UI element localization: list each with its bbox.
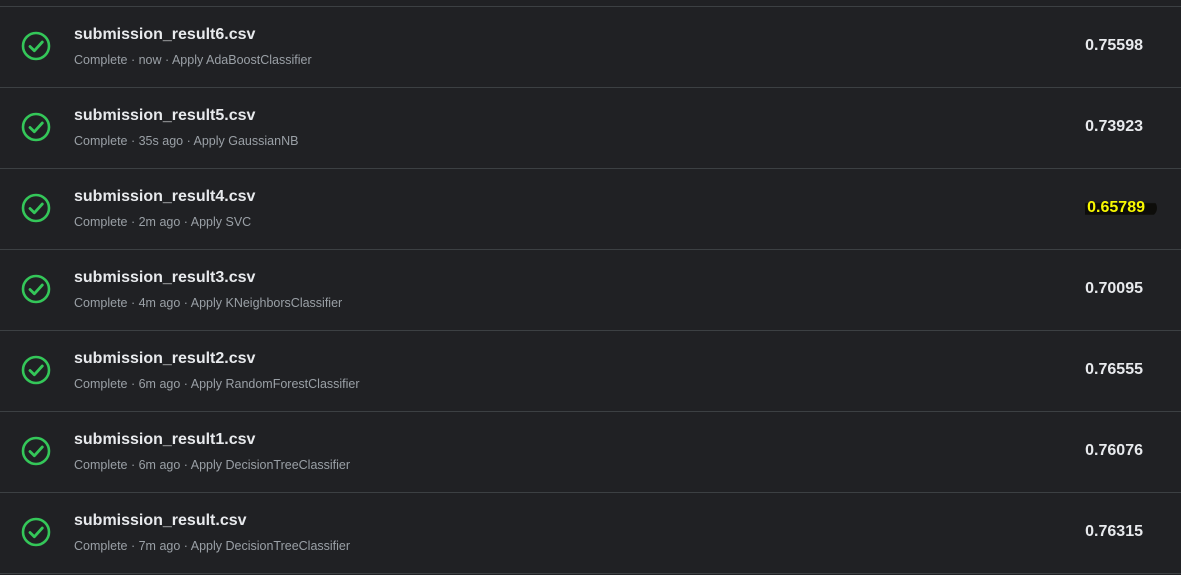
- submission-row[interactable]: submission_result5.csv Complete · 35s ago…: [0, 88, 1181, 169]
- check-circle-icon: [20, 30, 52, 62]
- submission-status: Complete: [74, 296, 128, 310]
- submission-row[interactable]: submission_result3.csv Complete · 4m ago …: [0, 250, 1181, 331]
- submission-status: Complete: [74, 458, 128, 472]
- submission-row[interactable]: submission_result4.csv Complete · 2m ago …: [0, 169, 1181, 250]
- submission-score: 0.65789: [1085, 199, 1157, 217]
- submission-meta: Complete · 6m ago · Apply RandomForestCl…: [74, 377, 360, 391]
- meta-separator: ·: [180, 377, 191, 391]
- submission-file-name[interactable]: submission_result.csv: [74, 512, 247, 530]
- submission-status: Complete: [74, 53, 128, 67]
- submission-time: 7m ago: [138, 539, 181, 553]
- submission-time: 2m ago: [138, 215, 181, 229]
- meta-separator: ·: [127, 458, 139, 472]
- check-circle-icon: [20, 354, 52, 386]
- submission-file-name[interactable]: submission_result5.csv: [74, 107, 255, 125]
- meta-separator: ·: [183, 134, 194, 148]
- submission-row[interactable]: submission_result6.csv Complete · now · A…: [0, 7, 1181, 88]
- submission-score: 0.70095: [1085, 280, 1143, 297]
- check-circle-icon: [20, 516, 52, 548]
- submission-file-name[interactable]: submission_result1.csv: [74, 431, 255, 449]
- submission-status: Complete: [74, 215, 128, 229]
- submission-score: 0.73923: [1085, 118, 1143, 135]
- meta-separator: ·: [127, 53, 139, 67]
- meta-separator: ·: [127, 134, 139, 148]
- submission-status: Complete: [74, 377, 128, 391]
- submission-description: Apply DecisionTreeClassifier: [190, 539, 351, 553]
- submission-description: Apply KNeighborsClassifier: [190, 296, 343, 310]
- submission-time: 35s ago: [138, 134, 184, 148]
- meta-separator: ·: [161, 53, 172, 67]
- submissions-list: submission_result6.csv Complete · now · A…: [0, 0, 1181, 575]
- submission-status: Complete: [74, 134, 128, 148]
- meta-separator: ·: [180, 458, 191, 472]
- submission-meta: Complete · now · Apply AdaBoostClassifie…: [74, 53, 312, 67]
- check-circle-icon: [20, 111, 52, 143]
- check-circle-icon: [20, 435, 52, 467]
- meta-separator: ·: [127, 215, 139, 229]
- submission-score: 0.76555: [1085, 361, 1143, 378]
- submission-row[interactable]: submission_result1.csv Complete · 6m ago …: [0, 412, 1181, 493]
- check-circle-icon: [20, 273, 52, 305]
- meta-separator: ·: [180, 539, 191, 553]
- submission-description: Apply SVC: [190, 215, 252, 229]
- submission-status: Complete: [74, 539, 128, 553]
- submission-file-name[interactable]: submission_result6.csv: [74, 26, 255, 44]
- submission-meta: Complete · 7m ago · Apply DecisionTreeCl…: [74, 539, 350, 553]
- submission-time: now: [138, 53, 162, 67]
- submission-description: Apply AdaBoostClassifier: [171, 53, 312, 67]
- check-circle-icon: [20, 192, 52, 224]
- submission-time: 6m ago: [138, 377, 181, 391]
- submission-file-name[interactable]: submission_result2.csv: [74, 350, 255, 368]
- submission-row[interactable]: submission_result2.csv Complete · 6m ago …: [0, 331, 1181, 412]
- meta-separator: ·: [127, 296, 139, 310]
- submission-time: 6m ago: [138, 458, 181, 472]
- submission-meta: Complete · 2m ago · Apply SVC: [74, 215, 251, 229]
- submission-meta: Complete · 35s ago · Apply GaussianNB: [74, 134, 298, 148]
- submission-description: Apply GaussianNB: [193, 134, 299, 148]
- submission-file-name[interactable]: submission_result3.csv: [74, 269, 255, 287]
- meta-separator: ·: [180, 215, 191, 229]
- submission-description: Apply RandomForestClassifier: [190, 377, 360, 391]
- meta-separator: ·: [180, 296, 191, 310]
- bottom-divider: [0, 573, 1181, 574]
- submission-score: 0.76076: [1085, 442, 1143, 459]
- submission-meta: Complete · 6m ago · Apply DecisionTreeCl…: [74, 458, 350, 472]
- submission-meta: Complete · 4m ago · Apply KNeighborsClas…: [74, 296, 342, 310]
- submission-description: Apply DecisionTreeClassifier: [190, 458, 351, 472]
- submission-file-name[interactable]: submission_result4.csv: [74, 188, 255, 206]
- meta-separator: ·: [127, 377, 139, 391]
- submission-time: 4m ago: [138, 296, 181, 310]
- submission-score: 0.76315: [1085, 523, 1143, 540]
- submission-score: 0.75598: [1085, 37, 1143, 54]
- submission-row[interactable]: submission_result.csv Complete · 7m ago ·…: [0, 493, 1181, 574]
- meta-separator: ·: [127, 539, 139, 553]
